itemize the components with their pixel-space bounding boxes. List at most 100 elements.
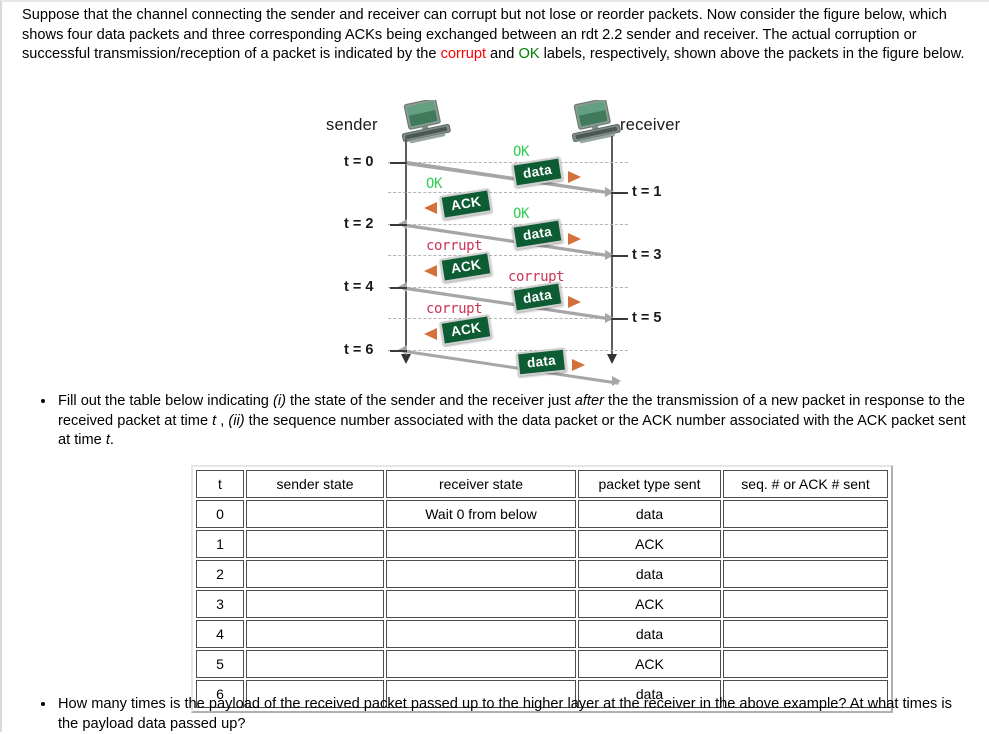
event-dashline-t5 [388,318,628,319]
time-label-t2: t = 2 [344,216,374,232]
receiver-timeline-arrow-icon [607,354,617,364]
cell-seq-ack-0[interactable] [723,500,888,528]
receiver-timeline [611,136,613,358]
cell-receiver-state-2[interactable] [386,560,576,588]
header-packet-type: packet type sent [578,470,721,498]
header-sender-state: sender state [246,470,384,498]
tick-t0 [390,162,407,164]
status-label-ack-5: corrupt [426,301,483,317]
cell-receiver-state-4[interactable] [386,620,576,648]
table-header-row: t sender state receiver state packet typ… [196,470,888,498]
status-label-ack-3: corrupt [426,238,483,254]
event-dashline-t0 [388,162,628,163]
cell-packet-type-1: ACK [578,530,721,558]
packet-arrow-ack-5-icon [424,328,437,340]
table-row: 0 Wait 0 from below data [196,500,888,528]
bullet1-em2: after [574,393,604,409]
cell-seq-ack-3[interactable] [723,590,888,618]
cell-sender-state-5[interactable] [246,650,384,678]
table-row: 1 ACK [196,530,888,558]
instructions-bullet-list: Fill out the table below indicating (i) … [32,392,968,451]
bullet1-em4: (ii) [228,412,245,429]
cell-receiver-state-0[interactable]: Wait 0 from below [386,500,576,528]
intro-ok-highlight: OK [518,46,540,63]
state-table: t sender state receiver state packet typ… [194,468,890,710]
cell-packet-type-5: ACK [578,650,721,678]
intro-corrupt-highlight: corrupt [440,46,486,63]
intro-paragraph: Suppose that the channel connecting the … [22,6,968,65]
wire-data-6 [405,350,619,385]
cell-sender-state-2[interactable] [246,560,384,588]
table-row: 3 ACK [196,590,888,618]
cell-t-1: 1 [196,530,244,558]
cell-t-3: 3 [196,590,244,618]
sender-label: sender [326,116,378,134]
packet-arrow-data-4-icon [568,296,581,308]
header-receiver-state: receiver state [386,470,576,498]
event-dashline-t3 [388,255,628,256]
header-seq-ack: seq. # or ACK # sent [723,470,888,498]
packet-arrow-ack-1-icon [424,202,437,214]
sender-timeline-arrow-icon [401,354,411,364]
cell-packet-type-0: data [578,500,721,528]
cell-receiver-state-5[interactable] [386,650,576,678]
bullet1-em1: (i) [272,393,286,409]
sender-computer-icon [394,98,456,144]
cell-receiver-state-1[interactable] [386,530,576,558]
receiver-label: receiver [620,116,681,134]
bullet1-seg6: . [109,432,114,449]
cell-receiver-state-3[interactable] [386,590,576,618]
tick-t6 [390,350,407,352]
time-label-t4: t = 4 [344,279,374,295]
tick-t2 [390,224,407,226]
cell-seq-ack-4[interactable] [723,620,888,648]
bullet1-seg2: the state of the sender and the receiver… [285,393,575,409]
intro-text-part3: labels, respectively, shown above the pa… [539,46,965,63]
tick-t1 [611,192,628,194]
intro-text-part2: and [486,46,519,63]
cell-seq-ack-1[interactable] [723,530,888,558]
receiver-computer-icon [564,98,626,144]
event-dashline-t2 [388,224,628,225]
cell-sender-state-4[interactable] [246,620,384,648]
bullet1-seg4: , [216,412,229,429]
event-dashline-t6 [388,350,628,351]
packet-arrow-data-2-icon [568,233,581,245]
bullet-fill-table: Fill out the table below indicating (i) … [56,392,968,451]
cell-t-5: 5 [196,650,244,678]
cell-sender-state-1[interactable] [246,530,384,558]
table-row: 2 data [196,560,888,588]
time-label-t3: t = 3 [632,247,662,263]
cell-t-4: 4 [196,620,244,648]
status-label-ack-1: OK [426,176,443,192]
cell-sender-state-3[interactable] [246,590,384,618]
cell-packet-type-3: ACK [578,590,721,618]
tick-t3 [611,255,628,257]
rdt22-sequence-diagram: sender receiver t = 0 t = 2 t = 4 t = 6 … [302,98,722,388]
sender-timeline [405,136,407,358]
cell-packet-type-4: data [578,620,721,648]
time-label-t1: t = 1 [632,184,662,200]
state-table-container: t sender state receiver state packet typ… [191,465,893,713]
packet-arrow-data-0-icon [568,171,581,183]
event-dashline-t4 [388,287,628,288]
bullet-payload-question: How many times is the payload of the rec… [56,695,968,734]
packet-data-6: data [515,347,568,377]
status-label-data-0: OK [513,144,530,160]
cell-seq-ack-2[interactable] [723,560,888,588]
table-row: 5 ACK [196,650,888,678]
status-label-data-2: OK [513,206,530,222]
time-label-t5: t = 5 [632,310,662,326]
tick-t4 [390,287,407,289]
question-bullet-list: How many times is the payload of the rec… [32,695,968,734]
cell-sender-state-0[interactable] [246,500,384,528]
cell-seq-ack-5[interactable] [723,650,888,678]
packet-arrow-data-6-icon [572,359,585,371]
packet-arrow-ack-3-icon [424,265,437,277]
cell-t-2: 2 [196,560,244,588]
wire-head-data-6-icon [612,376,621,386]
cell-t-0: 0 [196,500,244,528]
bullet1-seg1: Fill out the table below indicating [58,393,273,409]
time-label-t6: t = 6 [344,342,374,358]
cell-packet-type-2: data [578,560,721,588]
